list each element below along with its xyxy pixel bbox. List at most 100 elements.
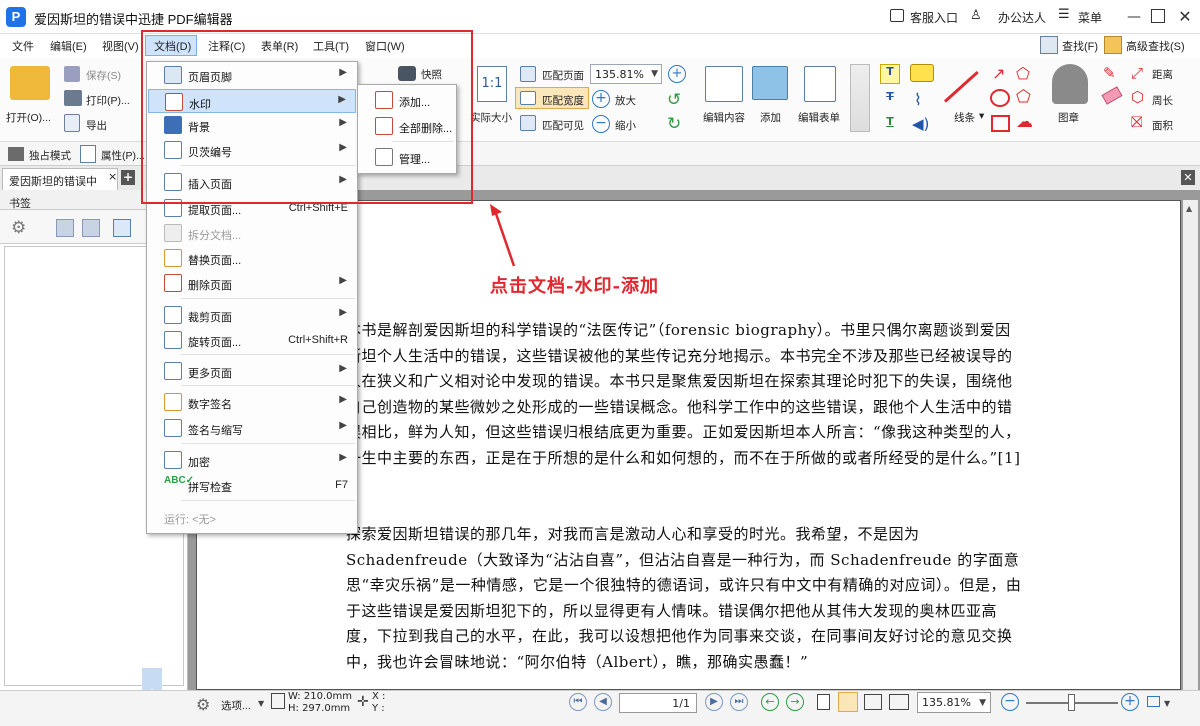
two-page-icon[interactable] (864, 694, 882, 710)
doc-menu-encrypt[interactable]: 加密 ▶ (148, 448, 356, 472)
support-link[interactable]: 客服入口 (910, 9, 958, 26)
two-page-continuous-icon[interactable] (889, 694, 909, 710)
cloud-tool-icon[interactable]: ☁ (1016, 112, 1033, 132)
close-document-icon[interactable]: ✕ (1181, 170, 1195, 185)
maximize-icon[interactable] (1151, 9, 1165, 23)
add-button[interactable]: 添加 (760, 110, 781, 125)
properties-button[interactable]: 属性(P)... (101, 148, 145, 163)
doc-menu-crop-pages[interactable]: 裁剪页面 ▶ (148, 303, 356, 327)
doc-menu-replace-pages[interactable]: 替换页面... (148, 246, 356, 270)
full-screen-icon[interactable] (1147, 696, 1160, 707)
perimeter-button[interactable]: 周长 (1152, 93, 1173, 108)
stamp-button[interactable]: 图章 (1058, 110, 1079, 125)
actual-size-button[interactable]: 实际大小 (470, 110, 512, 125)
actual-size-icon[interactable]: 1:1 (477, 66, 507, 102)
user-icon[interactable]: ♙ (970, 8, 982, 23)
bookmark-expand-icon[interactable] (56, 219, 74, 237)
fit-page-icon[interactable] (520, 66, 536, 82)
single-page-icon[interactable] (817, 694, 830, 710)
doc-menu-delete-pages[interactable]: 删除页面 ▶ (148, 271, 356, 295)
advanced-find-button[interactable]: 高级查找(S) (1126, 38, 1185, 54)
sound-icon[interactable]: ◀) (912, 115, 929, 133)
print-icon[interactable] (64, 90, 82, 106)
pencil-icon[interactable]: ✎ (1103, 64, 1116, 82)
doc-menu-spell-check[interactable]: ABC✓ 拼写检查 F7 (148, 473, 356, 497)
fit-visible-button[interactable]: 匹配可见 (542, 118, 584, 133)
line-button[interactable]: 线条 (954, 110, 975, 125)
zoom-slider-thumb[interactable] (1068, 694, 1075, 711)
zoom-out-icon[interactable]: − (592, 115, 610, 133)
open-folder-icon[interactable] (10, 66, 50, 100)
polygon-line-icon[interactable]: ⬠ (1016, 64, 1030, 83)
back-icon[interactable]: ← (761, 693, 779, 711)
menu-edit[interactable]: 编辑(E) (50, 38, 87, 54)
perimeter-icon[interactable]: ⬡ (1131, 88, 1144, 106)
minimize-icon[interactable]: — (1125, 8, 1143, 26)
arrow-tool-icon[interactable]: ↗ (992, 64, 1005, 83)
underline-icon[interactable]: T (880, 115, 900, 135)
continuous-page-icon[interactable] (838, 692, 858, 712)
new-tab-icon[interactable]: + (121, 170, 135, 185)
zoom-in-button[interactable]: 放大 (615, 93, 636, 108)
rotate-left-icon[interactable]: ↺ (667, 90, 681, 110)
open-button[interactable]: 打开(O)... (6, 110, 51, 125)
save-icon[interactable] (64, 66, 80, 82)
export-icon[interactable] (64, 114, 80, 132)
edit-form-icon[interactable] (804, 66, 836, 102)
hamburger-icon[interactable]: ☰ (1058, 7, 1070, 22)
scroll-up-icon[interactable]: ▲ (1186, 204, 1192, 213)
fit-page-button[interactable]: 匹配页面 (542, 68, 584, 83)
forward-icon[interactable]: → (786, 693, 804, 711)
fit-width-button[interactable]: 匹配宽度 (542, 93, 584, 108)
prev-page-icon[interactable]: ◀ (594, 693, 612, 711)
edit-content-button[interactable]: 编辑内容 (703, 110, 745, 125)
options-button[interactable]: 选项... (221, 698, 251, 713)
find-icon[interactable] (1040, 36, 1058, 54)
zoom-magnifier-icon[interactable]: + (668, 65, 686, 83)
strikeout-icon[interactable]: T (880, 90, 900, 110)
status-zoom-in-icon[interactable]: + (1121, 693, 1139, 711)
page-number-input[interactable]: 1/1 (619, 693, 697, 713)
doc-menu-sign-initial[interactable]: 签名与缩写 ▶ (148, 416, 356, 440)
support-icon[interactable] (890, 9, 904, 22)
bookmark-collapse-icon[interactable] (82, 219, 100, 237)
view-mode-dropdown-icon[interactable]: ▼ (1164, 699, 1170, 708)
pentagon-tool-icon[interactable]: ⬠ (1016, 87, 1031, 107)
close-window-icon[interactable]: ✕ (1176, 8, 1194, 26)
distance-icon[interactable]: ⤢ (1131, 64, 1143, 82)
export-button[interactable]: 导出 (86, 118, 107, 133)
vertical-scrollbar[interactable] (1183, 200, 1198, 690)
options-dropdown-icon[interactable]: ▼ (258, 699, 264, 708)
properties-icon[interactable] (80, 145, 96, 163)
edit-form-button[interactable]: 编辑表单 (798, 110, 840, 125)
line-dropdown-icon[interactable]: ▾ (979, 110, 984, 122)
save-button[interactable]: 保存(S) (86, 68, 121, 83)
menu-file[interactable]: 文件 (12, 38, 34, 54)
stamp-icon[interactable] (1052, 64, 1088, 104)
add-image-icon[interactable] (752, 66, 788, 100)
text-tools-column[interactable] (850, 64, 870, 132)
exclusive-mode-icon[interactable] (8, 147, 24, 161)
last-page-icon[interactable]: ⏭ (730, 693, 748, 711)
paperclip-icon[interactable]: ⌇ (914, 90, 922, 109)
status-zoom-out-icon[interactable]: − (1001, 693, 1019, 711)
menu-view[interactable]: 视图(V) (102, 38, 139, 54)
rectangle-tool-icon[interactable] (991, 115, 1010, 132)
doc-menu-more-pages[interactable]: 更多页面 ▶ (148, 359, 356, 383)
add-bookmark-icon[interactable] (113, 219, 131, 237)
status-zoom-select[interactable]: 135.81% ▼ (917, 692, 991, 713)
bookmark-settings-gear-icon[interactable]: ⚙ (11, 218, 26, 238)
edit-content-icon[interactable] (705, 66, 743, 102)
next-page-icon[interactable]: ▶ (705, 693, 723, 711)
typewriter-icon[interactable]: T (880, 64, 900, 84)
zoom-out-button[interactable]: 缩小 (615, 118, 636, 133)
doc-menu-rotate-pages[interactable]: 旋转页面... Ctrl+Shift+R (148, 328, 356, 352)
options-gear-icon[interactable]: ⚙ (196, 695, 210, 714)
ellipse-tool-icon[interactable] (990, 89, 1010, 107)
distance-button[interactable]: 距离 (1152, 67, 1173, 82)
tab-close-icon[interactable]: × (108, 170, 117, 183)
user-name[interactable]: 办公达人 (998, 9, 1046, 26)
note-icon[interactable] (910, 64, 934, 82)
first-page-icon[interactable]: ⏮ (569, 693, 587, 711)
menu-button[interactable]: 菜单 (1078, 9, 1102, 26)
